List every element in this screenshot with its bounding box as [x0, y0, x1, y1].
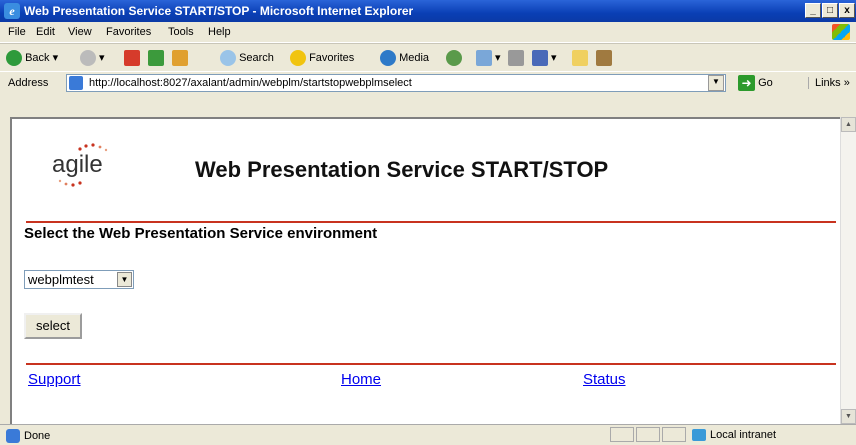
section-title: Select the Web Presentation Service envi… [24, 225, 378, 242]
stop-button[interactable] [124, 50, 140, 66]
logo-text: agile [52, 151, 103, 178]
menu-bar: File Edit View Favorites Tools Help [0, 22, 856, 43]
go-button[interactable]: ➜ Go [738, 75, 773, 91]
status-bar: Done Local intranet [0, 424, 856, 445]
chevron-down-icon[interactable]: ▼ [117, 272, 132, 287]
back-button[interactable]: Back ▾ [6, 50, 58, 66]
window-title: Web Presentation Service START/STOP - Mi… [24, 4, 414, 18]
environment-select-value: webplmtest [28, 272, 94, 287]
page-done-icon [6, 429, 20, 443]
back-arrow-icon [6, 50, 22, 66]
links-label: Links [815, 77, 841, 89]
folder-icon [572, 50, 588, 66]
status-link[interactable]: Status [583, 371, 626, 388]
address-label: Address [8, 77, 49, 89]
links-button[interactable]: Links » [808, 77, 850, 89]
media-label: Media [399, 51, 430, 64]
refresh-icon [148, 50, 164, 66]
status-done-label: Done [24, 429, 51, 442]
print-icon [508, 50, 524, 66]
zone-label: Local intranet [710, 429, 777, 441]
window-controls: _ □ x [805, 3, 856, 18]
select-button[interactable]: select [24, 313, 82, 339]
address-input[interactable]: http://localhost:8027/axalant/admin/webp… [66, 74, 726, 92]
mail-button[interactable]: ▾ [476, 50, 501, 66]
scroll-up-button[interactable]: ▲ [841, 117, 856, 132]
security-zone: Local intranet [692, 429, 777, 442]
maximize-button[interactable]: □ [822, 3, 838, 18]
window-titlebar: e Web Presentation Service START/STOP - … [0, 0, 856, 22]
agile-logo: agile [52, 139, 132, 189]
edit-button[interactable]: ▾ [532, 50, 557, 66]
top-divider [26, 221, 836, 223]
menu-file[interactable]: File [8, 26, 26, 38]
address-dropdown-button[interactable]: ▼ [708, 75, 724, 91]
home-icon [172, 50, 188, 66]
word-icon [532, 50, 548, 66]
support-link[interactable]: Support [28, 371, 81, 388]
menu-favorites[interactable]: Favorites [106, 26, 151, 38]
menu-edit[interactable]: Edit [36, 26, 55, 38]
search-label: Search [239, 51, 274, 64]
search-icon [220, 50, 236, 66]
research-icon [596, 50, 612, 66]
menu-view[interactable]: View [68, 26, 92, 38]
bottom-divider [26, 363, 836, 365]
favorites-label: Favorites [309, 51, 355, 64]
menu-help[interactable]: Help [208, 26, 231, 38]
status-pane [662, 427, 686, 442]
home-button[interactable] [172, 50, 188, 66]
windows-logo-icon [832, 24, 850, 40]
refresh-button[interactable] [148, 50, 164, 66]
star-icon [290, 50, 306, 66]
go-label: Go [758, 76, 773, 89]
media-icon [380, 50, 396, 66]
print-button[interactable] [508, 50, 524, 66]
page-title: Web Presentation Service START/STOP [195, 157, 609, 182]
research-button[interactable] [596, 50, 612, 66]
intranet-icon [692, 429, 706, 442]
back-label: Back [25, 51, 50, 64]
favorites-button[interactable]: Favorites [290, 50, 354, 66]
ie-logo-icon: e [4, 3, 20, 19]
minimize-button[interactable]: _ [805, 3, 821, 18]
scroll-down-button[interactable]: ▼ [841, 409, 856, 424]
environment-select[interactable]: webplmtest ▼ [24, 270, 134, 289]
address-url: http://localhost:8027/axalant/admin/webp… [89, 77, 412, 89]
vertical-scrollbar[interactable]: ▲ ▼ [840, 117, 856, 424]
history-button[interactable] [446, 50, 462, 66]
status-pane [636, 427, 660, 442]
history-icon [446, 50, 462, 66]
menu-tools[interactable]: Tools [168, 26, 194, 38]
close-button[interactable]: x [839, 3, 855, 18]
mail-icon [476, 50, 492, 66]
go-arrow-icon: ➜ [738, 75, 755, 91]
home-link[interactable]: Home [341, 371, 381, 388]
folder-button[interactable] [572, 50, 588, 66]
stop-icon [124, 50, 140, 66]
media-button[interactable]: Media [380, 50, 429, 66]
status-pane [610, 427, 634, 442]
address-bar: Address http://localhost:8027/axalant/ad… [0, 71, 856, 95]
search-button[interactable]: Search [220, 50, 274, 66]
page-content: agile Web Presentation Service START/STO… [10, 117, 844, 424]
page-icon [69, 76, 83, 90]
forward-button[interactable]: ▾ [80, 50, 105, 66]
forward-arrow-icon [80, 50, 96, 66]
status-text: Done [6, 429, 50, 443]
toolbar: Back ▾ ▾ Search Favorites Media ▾ ▾ [0, 43, 856, 71]
